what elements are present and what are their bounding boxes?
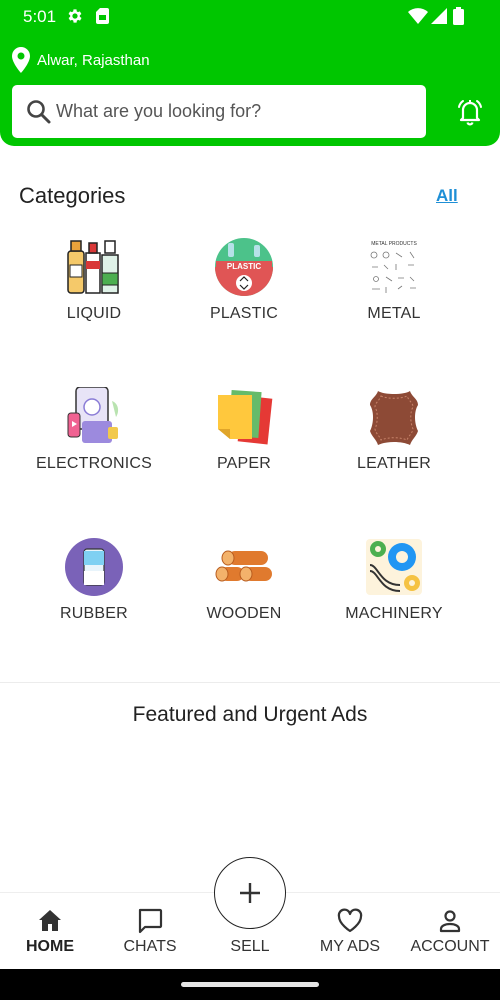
nav-my-ads[interactable]: MY ADS [300, 893, 400, 970]
battery-icon [453, 7, 464, 25]
category-label: METAL [367, 305, 421, 322]
search-bar[interactable] [12, 85, 426, 138]
nav-label: MY ADS [319, 938, 381, 955]
metal-products-icon: METAL PRODUCTS [364, 237, 424, 297]
category-electronics[interactable]: ELECTRONICS [19, 387, 169, 497]
category-label: PLASTIC [209, 305, 279, 322]
featured-ads-title: Featured and Urgent Ads [132, 703, 368, 726]
person-icon [439, 910, 461, 933]
notification-bell-icon[interactable] [455, 97, 485, 127]
home-gesture-pill[interactable] [181, 982, 319, 987]
category-label: WOODEN [206, 605, 282, 622]
location-text: Alwar, Rajasthan [37, 51, 150, 69]
category-label: ELECTRONICS [36, 455, 152, 472]
chat-icon [138, 908, 163, 934]
nav-label: HOME [26, 938, 74, 955]
sim-card-icon [96, 8, 109, 24]
category-wooden[interactable]: WOODEN [169, 537, 319, 647]
category-leather[interactable]: LEATHER [319, 387, 469, 497]
svg-text:PLASTIC: PLASTIC [227, 262, 261, 271]
category-paper[interactable]: PAPER [169, 387, 319, 497]
sell-button[interactable] [214, 857, 286, 929]
category-liquid[interactable]: LIQUID [19, 237, 169, 347]
nav-chats[interactable]: CHATS [100, 893, 200, 970]
nav-label: SELL [230, 938, 270, 955]
nav-label: CHATS [123, 938, 177, 955]
category-rubber[interactable]: RUBBER [19, 537, 169, 647]
categories-all-link[interactable]: All [436, 186, 458, 206]
metal-icon-text: METAL PRODUCTS [371, 241, 417, 247]
location-pin-icon [12, 47, 30, 73]
category-metal[interactable]: METAL PRODUCTS METAL [319, 237, 469, 347]
search-input[interactable] [56, 101, 416, 122]
location-selector[interactable]: Alwar, Rajasthan [11, 47, 150, 73]
category-label: LEATHER [356, 455, 431, 472]
nav-account[interactable]: ACCOUNT [400, 893, 500, 970]
system-navigation-bar [0, 969, 500, 1000]
category-machinery[interactable]: MACHINERY [319, 537, 469, 647]
wood-logs-icon [215, 550, 272, 582]
status-time: 5:01 [23, 7, 57, 26]
bottles-icon [67, 240, 119, 294]
nav-home[interactable]: HOME [0, 893, 100, 970]
cell-signal-icon [431, 8, 447, 24]
status-bar: 5:01 [0, 0, 500, 32]
category-label: PAPER [216, 455, 272, 472]
gears-machinery-icon [366, 539, 422, 595]
category-plastic[interactable]: PLASTIC PLASTIC [169, 237, 319, 347]
rubber-icon [65, 538, 123, 596]
search-icon [27, 99, 51, 123]
paper-sheets-icon [218, 390, 273, 445]
category-label: LIQUID [66, 305, 122, 322]
categories-title: Categories [19, 183, 126, 208]
settings-gear-icon [68, 9, 82, 23]
leather-hide-icon [370, 391, 418, 445]
wifi-icon [408, 8, 428, 24]
section-divider [0, 682, 500, 683]
home-icon [39, 910, 61, 931]
heart-icon [337, 908, 363, 933]
electronics-icon [67, 387, 119, 443]
nav-label: ACCOUNT [410, 938, 490, 955]
category-label: MACHINERY [345, 605, 443, 622]
plus-icon [240, 883, 260, 903]
plastic-recycle-icon: PLASTIC [215, 238, 273, 296]
category-label: RUBBER [60, 605, 128, 622]
